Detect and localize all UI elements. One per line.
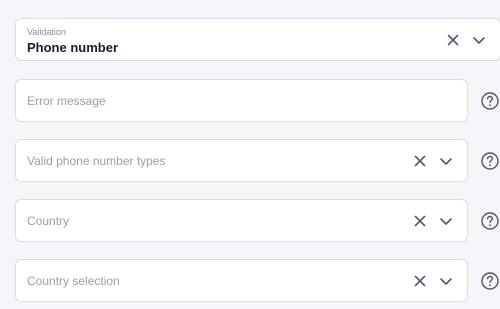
- validation-value: Phone number: [27, 40, 119, 55]
- valid-phone-number-types-select[interactable]: Valid phone number types: [15, 139, 468, 182]
- validation-settings-panel: Validation Phone number Error message Va…: [6, 6, 500, 309]
- validation-label: Validation: [27, 27, 66, 37]
- error-message-placeholder: Error message: [27, 94, 106, 108]
- chevron-down-icon[interactable]: [438, 153, 454, 169]
- chevron-down-icon[interactable]: [438, 273, 454, 289]
- help-circle-icon[interactable]: [480, 151, 500, 171]
- country-selection-select[interactable]: Country selection: [15, 259, 468, 302]
- help-circle-icon[interactable]: [480, 91, 500, 111]
- country-select[interactable]: Country: [15, 199, 468, 242]
- valid-phone-number-types-placeholder: Valid phone number types: [27, 154, 166, 168]
- close-icon[interactable]: [412, 213, 428, 229]
- close-icon[interactable]: [412, 273, 428, 289]
- chevron-down-icon[interactable]: [471, 32, 487, 48]
- chevron-down-icon[interactable]: [438, 213, 454, 229]
- help-circle-icon[interactable]: [480, 211, 500, 231]
- error-message-input[interactable]: Error message: [15, 79, 468, 122]
- validation-select[interactable]: Validation Phone number: [15, 18, 500, 61]
- help-circle-icon[interactable]: [480, 271, 500, 291]
- country-placeholder: Country: [27, 214, 70, 228]
- close-icon[interactable]: [445, 32, 461, 48]
- country-selection-placeholder: Country selection: [27, 274, 120, 288]
- close-icon[interactable]: [412, 153, 428, 169]
